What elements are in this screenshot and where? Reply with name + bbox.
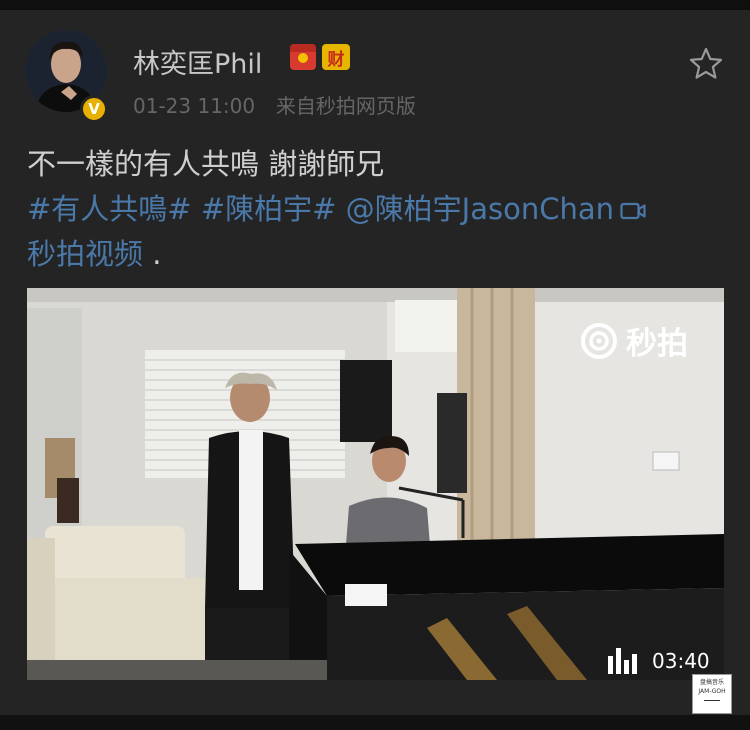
username[interactable]: 林奕匡Phil xyxy=(133,42,262,81)
camera-lens-icon xyxy=(581,322,617,359)
hashtag-link[interactable]: #陳柏宇# xyxy=(201,192,337,226)
video-camera-icon xyxy=(620,202,646,220)
trailing-period: . xyxy=(152,237,162,271)
post-body: 不一樣的有人共鳴 謝謝師兄 #有人共鳴# #陳柏宇# @陳柏宇JasonChan… xyxy=(27,142,727,277)
stamp-line2: JAM-GOH xyxy=(698,688,726,695)
fortune-badge-icon: 财 xyxy=(322,44,350,70)
star-icon[interactable] xyxy=(688,46,724,82)
bottom-bar xyxy=(0,715,750,730)
post-meta: 01-23 11:00 来自秒拍网页版 xyxy=(133,90,416,119)
post-timestamp: 01-23 11:00 xyxy=(133,94,256,118)
stamp-line1: 盘搞音乐 xyxy=(699,679,724,686)
post-source[interactable]: 来自秒拍网页版 xyxy=(276,94,416,118)
video-watermark: 秒拍 xyxy=(580,318,688,363)
hashtag-link[interactable]: #有人共鳴# xyxy=(27,192,192,226)
source-stamp-logo: 盘搞音乐 JAM-GOH xyxy=(692,674,732,714)
post-text: 不一樣的有人共鳴 謝謝師兄 xyxy=(27,147,385,181)
mention-link[interactable]: @陳柏宇JasonChan xyxy=(346,192,614,226)
verified-badge-icon: V xyxy=(80,95,108,123)
red-envelope-icon xyxy=(290,44,316,70)
duration-label: 03:40 xyxy=(652,649,710,673)
video-duration: 03:40 xyxy=(608,648,710,674)
top-status-bar xyxy=(0,0,750,10)
watermark-label: 秒拍 xyxy=(626,326,688,362)
video-link[interactable]: 秒拍视频 xyxy=(27,237,143,271)
audio-bars-icon xyxy=(608,648,640,674)
